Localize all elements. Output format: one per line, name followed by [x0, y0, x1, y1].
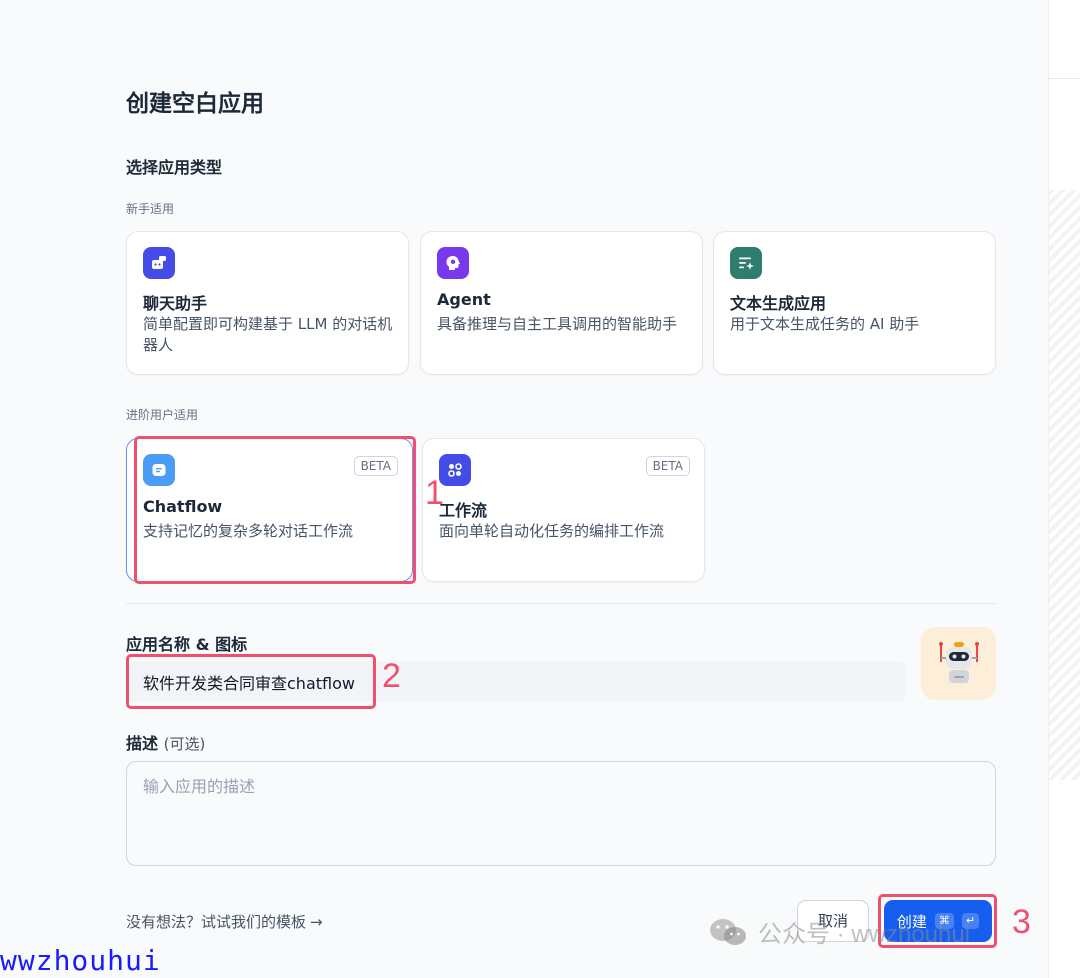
- description-label: 描述 (可选): [126, 734, 206, 753]
- app-name-label: 应用名称 & 图标: [126, 635, 248, 654]
- description-input[interactable]: [126, 761, 996, 866]
- annotation-number-2: 2: [382, 657, 401, 695]
- dialog-title: 创建空白应用: [126, 91, 264, 117]
- app-type-card-agent[interactable]: Agent 具备推理与自主工具调用的智能助手: [420, 231, 703, 375]
- annotation-number-1: 1: [425, 474, 444, 512]
- card-description: 简单配置即可构建基于 LLM 的对话机器人: [143, 315, 393, 354]
- annotation-box-1: [134, 436, 416, 584]
- right-panel-edge: [1048, 0, 1080, 978]
- advanced-group-label: 进阶用户适用: [126, 408, 199, 422]
- arrow-right-icon: →: [310, 913, 323, 931]
- app-type-card-workflow[interactable]: BETA 工作流 面向单轮自动化任务的编排工作流: [422, 438, 705, 582]
- card-name: 文本生成应用: [730, 294, 827, 313]
- template-link[interactable]: 没有想法？试试我们的模板 →: [126, 911, 323, 932]
- app-icon-picker[interactable]: [921, 627, 996, 700]
- card-name: 聊天助手: [143, 294, 208, 313]
- app-type-card-text-generation[interactable]: 文本生成应用 用于文本生成任务的 AI 助手: [713, 231, 996, 375]
- robot-icon: [938, 641, 979, 683]
- right-panel-hatch: [1049, 190, 1080, 780]
- app-type-card-chat-assistant[interactable]: 聊天助手 简单配置即可构建基于 LLM 的对话机器人: [126, 231, 409, 375]
- card-description: 面向单轮自动化任务的编排工作流: [439, 522, 665, 540]
- agent-icon: [437, 247, 469, 279]
- beta-badge: BETA: [645, 456, 690, 476]
- watermark: 公众号 · wwzhouhui: [708, 914, 970, 949]
- wechat-icon: [710, 918, 746, 945]
- right-panel-divider: [1049, 78, 1080, 79]
- annotation-number-3: 3: [1012, 903, 1031, 941]
- card-description: 具备推理与自主工具调用的智能助手: [437, 315, 678, 333]
- author-handle: wwzhouhui: [0, 944, 161, 977]
- section-title: 选择应用类型: [126, 158, 223, 177]
- annotation-box-2: [126, 654, 376, 709]
- card-name: Agent: [437, 290, 491, 309]
- beginner-group-label: 新手适用: [126, 202, 175, 216]
- chat-bot-icon: [143, 247, 175, 279]
- card-description: 用于文本生成任务的 AI 助手: [730, 315, 920, 333]
- text-generation-icon: [730, 247, 762, 279]
- section-divider: [126, 603, 996, 604]
- card-name: 工作流: [439, 501, 488, 520]
